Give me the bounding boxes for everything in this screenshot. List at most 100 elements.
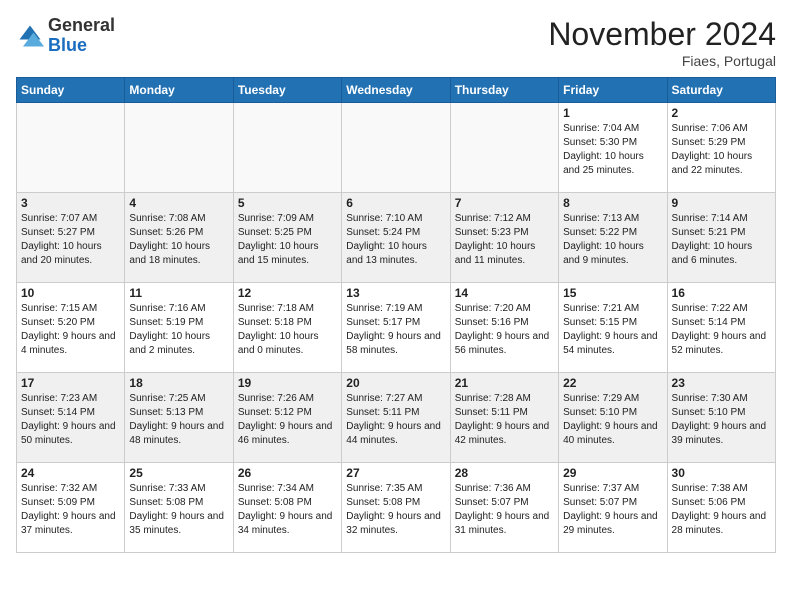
day-info: Sunrise: 7:27 AMSunset: 5:11 PMDaylight:… [346,392,445,448]
day-number: 29 [563,466,662,480]
day-number: 25 [129,466,228,480]
calendar-cell: 2Sunrise: 7:06 AMSunset: 5:29 PMDaylight… [667,103,775,193]
day-number: 22 [563,376,662,390]
calendar-cell: 4 Sunrise: 7:08 AMSunset: 5:26 PMDaylight… [125,193,233,283]
day-info: Sunrise: 7:07 AMSunset: 5:27 PMDaylight:… [21,212,120,268]
calendar-cell: 14 Sunrise: 7:20 AMSunset: 5:16 PMDayligh… [450,283,558,373]
day-info: Sunrise: 7:06 AMSunset: 5:29 PMDaylight:… [672,122,771,178]
calendar-week-row: 1Sunrise: 7:04 AMSunset: 5:30 PMDaylight… [17,103,776,193]
page: General Blue November 2024 Fiaes, Portug… [0,0,792,561]
day-info: Sunrise: 7:36 AMSunset: 5:07 PMDaylight:… [455,482,554,538]
day-info: Sunrise: 7:37 AMSunset: 5:07 PMDaylight:… [563,482,662,538]
calendar-header-monday: Monday [125,78,233,103]
title-block: November 2024 Fiaes, Portugal [548,16,776,69]
day-number: 7 [455,196,554,210]
calendar-cell: 13 Sunrise: 7:19 AMSunset: 5:17 PMDayligh… [342,283,450,373]
day-number: 1 [563,106,662,120]
day-info: Sunrise: 7:33 AMSunset: 5:08 PMDaylight:… [129,482,228,538]
location: Fiaes, Portugal [548,53,776,69]
calendar-cell: 30Sunrise: 7:38 AMSunset: 5:06 PMDayligh… [667,463,775,553]
calendar-cell: 17Sunrise: 7:23 AMSunset: 5:14 PMDayligh… [17,373,125,463]
day-info: Sunrise: 7:16 AMSunset: 5:19 PMDaylight:… [129,302,228,358]
calendar-week-row: 17Sunrise: 7:23 AMSunset: 5:14 PMDayligh… [17,373,776,463]
calendar-header-row: SundayMondayTuesdayWednesdayThursdayFrid… [17,78,776,103]
day-info: Sunrise: 7:29 AMSunset: 5:10 PMDaylight:… [563,392,662,448]
calendar-header-friday: Friday [559,78,667,103]
day-number: 19 [238,376,337,390]
day-number: 21 [455,376,554,390]
day-number: 12 [238,286,337,300]
day-number: 14 [455,286,554,300]
calendar-header-sunday: Sunday [17,78,125,103]
calendar-cell [450,103,558,193]
day-number: 26 [238,466,337,480]
calendar-cell: 8 Sunrise: 7:13 AMSunset: 5:22 PMDaylight… [559,193,667,283]
day-info: Sunrise: 7:15 AMSunset: 5:20 PMDaylight:… [21,302,120,358]
calendar-header-wednesday: Wednesday [342,78,450,103]
calendar-cell: 21 Sunrise: 7:28 AMSunset: 5:11 PMDayligh… [450,373,558,463]
logo-general: General [48,15,115,35]
calendar-cell: 9 Sunrise: 7:14 AMSunset: 5:21 PMDaylight… [667,193,775,283]
day-info: Sunrise: 7:23 AMSunset: 5:14 PMDaylight:… [21,392,120,448]
day-info: Sunrise: 7:26 AMSunset: 5:12 PMDaylight:… [238,392,337,448]
logo-text: General Blue [48,16,115,56]
day-number: 6 [346,196,445,210]
logo-icon [16,22,44,50]
day-number: 28 [455,466,554,480]
day-number: 9 [672,196,771,210]
calendar-cell: 29 Sunrise: 7:37 AMSunset: 5:07 PMDayligh… [559,463,667,553]
calendar-cell: 25 Sunrise: 7:33 AMSunset: 5:08 PMDayligh… [125,463,233,553]
calendar-cell: 23 Sunrise: 7:30 AMSunset: 5:10 PMDayligh… [667,373,775,463]
day-number: 4 [129,196,228,210]
day-number: 8 [563,196,662,210]
day-info: Sunrise: 7:19 AMSunset: 5:17 PMDaylight:… [346,302,445,358]
day-info: Sunrise: 7:14 AMSunset: 5:21 PMDaylight:… [672,212,771,268]
calendar-cell [233,103,341,193]
day-info: Sunrise: 7:34 AMSunset: 5:08 PMDaylight:… [238,482,337,538]
calendar-week-row: 10 Sunrise: 7:15 AMSunset: 5:20 PMDayligh… [17,283,776,373]
calendar-cell: 22 Sunrise: 7:29 AMSunset: 5:10 PMDayligh… [559,373,667,463]
calendar-cell: 15Sunrise: 7:21 AMSunset: 5:15 PMDayligh… [559,283,667,373]
day-number: 13 [346,286,445,300]
day-info: Sunrise: 7:28 AMSunset: 5:11 PMDaylight:… [455,392,554,448]
calendar-cell: 28 Sunrise: 7:36 AMSunset: 5:07 PMDayligh… [450,463,558,553]
calendar-header-saturday: Saturday [667,78,775,103]
calendar-cell [342,103,450,193]
calendar-cell [17,103,125,193]
day-number: 16 [672,286,771,300]
calendar-cell: 19 Sunrise: 7:26 AMSunset: 5:12 PMDayligh… [233,373,341,463]
day-info: Sunrise: 7:22 AMSunset: 5:14 PMDaylight:… [672,302,771,358]
calendar-cell: 27 Sunrise: 7:35 AMSunset: 5:08 PMDayligh… [342,463,450,553]
day-info: Sunrise: 7:20 AMSunset: 5:16 PMDaylight:… [455,302,554,358]
day-number: 27 [346,466,445,480]
day-number: 10 [21,286,120,300]
logo-blue: Blue [48,35,87,55]
calendar-week-row: 3 Sunrise: 7:07 AMSunset: 5:27 PMDaylight… [17,193,776,283]
day-number: 5 [238,196,337,210]
calendar-week-row: 24 Sunrise: 7:32 AMSunset: 5:09 PMDayligh… [17,463,776,553]
calendar-cell: 18Sunrise: 7:25 AMSunset: 5:13 PMDayligh… [125,373,233,463]
day-number: 11 [129,286,228,300]
day-info: Sunrise: 7:21 AMSunset: 5:15 PMDaylight:… [563,302,662,358]
day-number: 23 [672,376,771,390]
calendar-cell [125,103,233,193]
day-info: Sunrise: 7:32 AMSunset: 5:09 PMDaylight:… [21,482,120,538]
day-info: Sunrise: 7:08 AMSunset: 5:26 PMDaylight:… [129,212,228,268]
day-number: 24 [21,466,120,480]
day-info: Sunrise: 7:10 AMSunset: 5:24 PMDaylight:… [346,212,445,268]
calendar-cell: 3 Sunrise: 7:07 AMSunset: 5:27 PMDaylight… [17,193,125,283]
calendar-cell: 12Sunrise: 7:18 AMSunset: 5:18 PMDayligh… [233,283,341,373]
day-info: Sunrise: 7:12 AMSunset: 5:23 PMDaylight:… [455,212,554,268]
day-number: 3 [21,196,120,210]
calendar-cell: 16 Sunrise: 7:22 AMSunset: 5:14 PMDayligh… [667,283,775,373]
day-info: Sunrise: 7:38 AMSunset: 5:06 PMDaylight:… [672,482,771,538]
day-info: Sunrise: 7:13 AMSunset: 5:22 PMDaylight:… [563,212,662,268]
calendar-cell: 26 Sunrise: 7:34 AMSunset: 5:08 PMDayligh… [233,463,341,553]
calendar: SundayMondayTuesdayWednesdayThursdayFrid… [16,77,776,553]
day-number: 18 [129,376,228,390]
calendar-header-thursday: Thursday [450,78,558,103]
calendar-cell: 20Sunrise: 7:27 AMSunset: 5:11 PMDayligh… [342,373,450,463]
day-info: Sunrise: 7:30 AMSunset: 5:10 PMDaylight:… [672,392,771,448]
day-info: Sunrise: 7:09 AMSunset: 5:25 PMDaylight:… [238,212,337,268]
day-info: Sunrise: 7:35 AMSunset: 5:08 PMDaylight:… [346,482,445,538]
